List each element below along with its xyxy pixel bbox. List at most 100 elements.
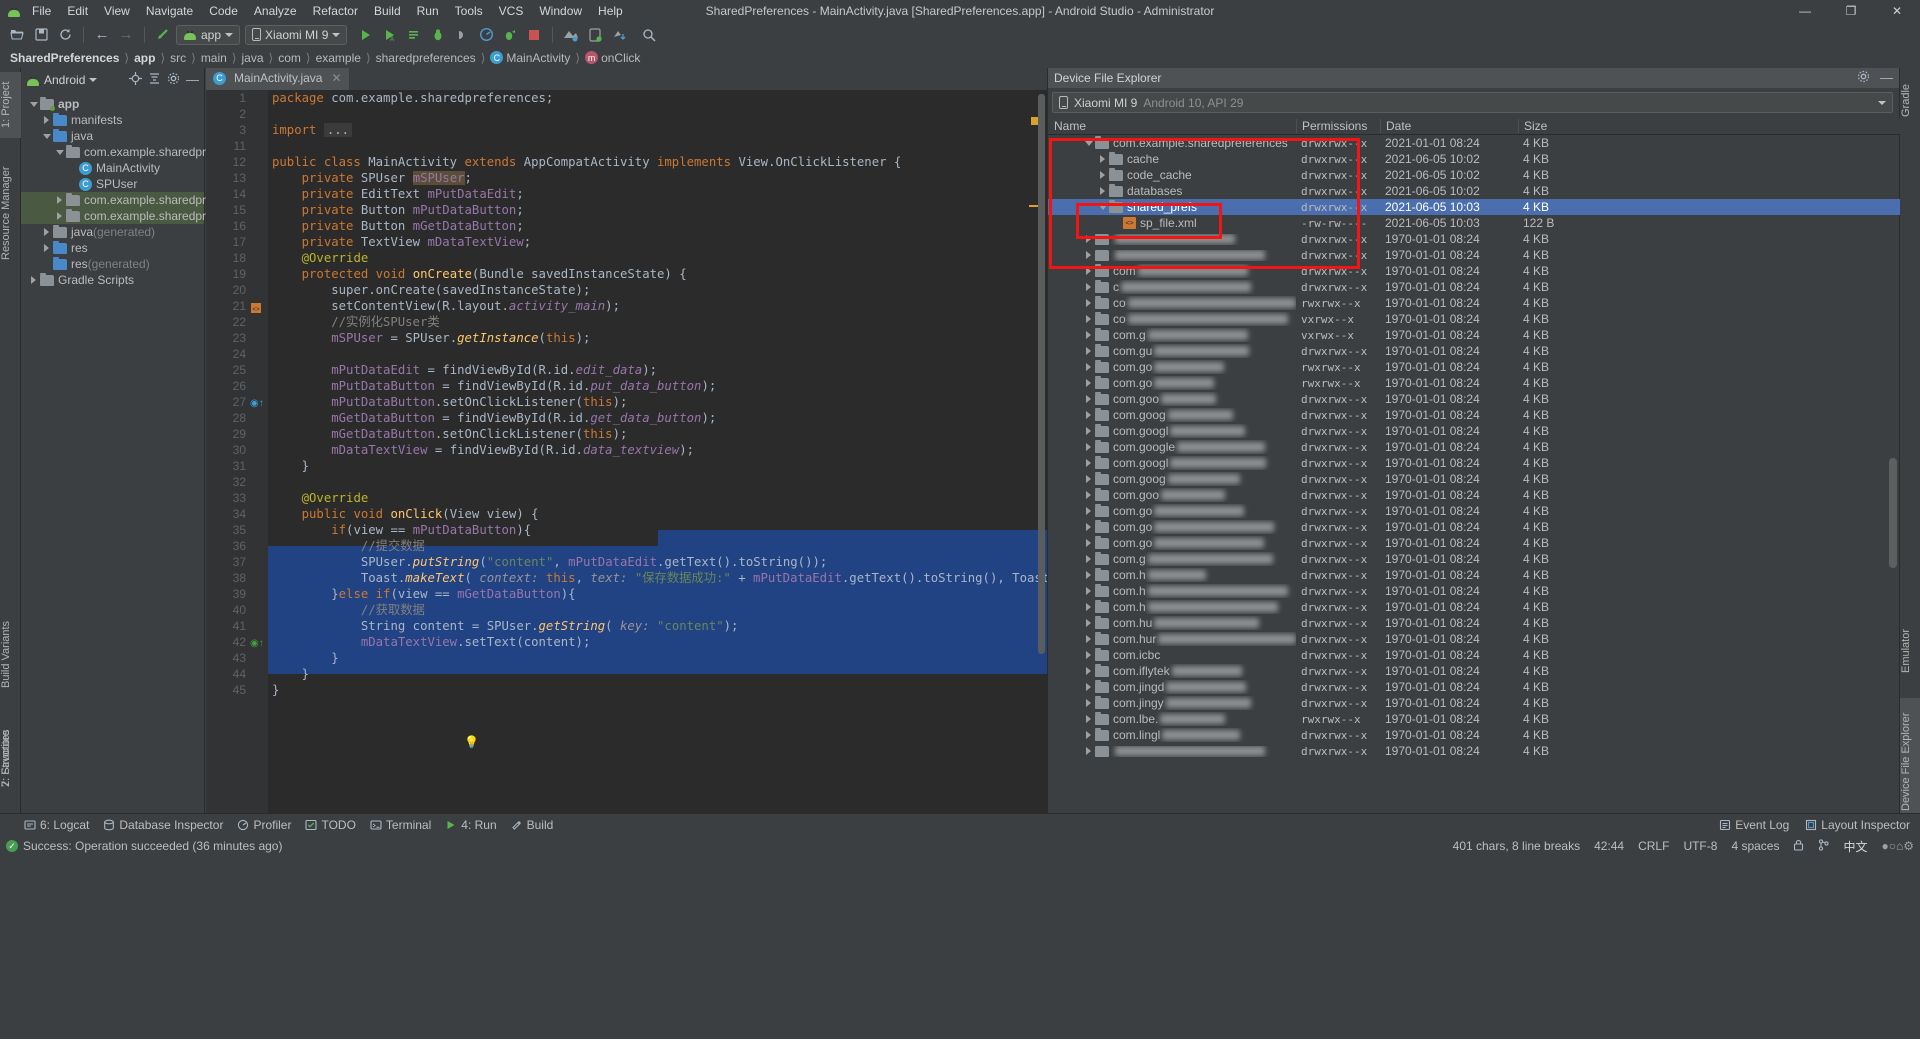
tree-collapse-icon[interactable] [1082,603,1095,611]
tree-collapse-icon[interactable] [1082,443,1095,451]
sync-gradle-icon[interactable] [152,24,174,46]
editor-scrollbar-thumb[interactable] [1038,94,1045,654]
tree-expand-icon[interactable] [1096,204,1109,210]
menu-refactor[interactable]: Refactor [305,0,366,22]
project-tree-item[interactable]: com.example.sharedpref [21,208,216,224]
menu-analyze[interactable]: Analyze [246,0,305,22]
project-tree-item[interactable]: C MainActivity [21,160,204,176]
file-encoding[interactable]: UTF-8 [1683,839,1717,853]
run-with-coverage-icon[interactable]: A [379,24,401,46]
file-row[interactable]: com.h drwxrwx--x 1970-01-01 08:24 4 KB [1048,567,1900,583]
profiler-icon[interactable] [475,24,497,46]
tree-collapse-icon[interactable] [1082,459,1095,467]
search-everywhere-icon[interactable] [638,24,660,46]
intention-bulb-icon[interactable]: 💡 [464,735,479,749]
tree-collapse-icon[interactable] [40,116,53,124]
tree-expand-icon[interactable] [27,101,40,107]
breadcrumb-item-8[interactable]: MainActivity [506,51,570,65]
tree-collapse-icon[interactable] [1082,667,1095,675]
back-arrow-icon[interactable]: ← [91,24,113,46]
run-icon[interactable] [355,24,377,46]
file-row[interactable]: code_cache drwxrwx--x 2021-06-05 10:02 4 KB [1048,167,1900,183]
file-row[interactable]: com drwxrwx--x 1970-01-01 08:24 4 KB [1048,263,1900,279]
project-tree-item[interactable]: C SPUser [21,176,204,192]
tree-collapse-icon[interactable] [1082,283,1095,291]
breadcrumb-item-4[interactable]: java [242,51,264,65]
project-tree-item[interactable]: manifests [21,112,204,128]
file-row[interactable]: drwxrwx--x 1970-01-01 08:24 4 KB [1048,247,1900,263]
tree-collapse-icon[interactable] [1082,731,1095,739]
bottom-item-logcat[interactable]: 6: Logcat [24,818,89,832]
file-row[interactable]: com.h drwxrwx--x 1970-01-01 08:24 4 KB [1048,599,1900,615]
bottom-item-todo[interactable]: TODO [305,818,356,832]
tree-collapse-icon[interactable] [1096,187,1109,195]
project-tree-item[interactable]: java (generated) [21,224,204,240]
minimize-icon-dfe[interactable]: — [1880,71,1893,84]
file-row[interactable]: shared_prefs drwxrwx--x 2021-06-05 10:03 4 … [1048,199,1900,215]
maximize-button[interactable]: ❐ [1828,0,1874,22]
tree-collapse-icon[interactable] [1082,619,1095,627]
file-row[interactable]: com.g vxrwx--x 1970-01-01 08:24 4 KB [1048,327,1900,343]
tree-expand-icon[interactable] [40,133,53,139]
tree-collapse-icon[interactable] [1082,555,1095,563]
file-row[interactable]: com.goo drwxrwx--x 1970-01-01 08:24 4 KB [1048,391,1900,407]
caret-position[interactable]: 42:44 [1594,839,1624,853]
file-row[interactable]: com.example.sharedpreferences drwxrwx--x 2… [1048,135,1900,151]
tree-collapse-icon[interactable] [40,244,53,252]
tree-collapse-icon[interactable] [1082,747,1095,755]
file-row[interactable]: com.goo drwxrwx--x 1970-01-01 08:24 4 KB [1048,487,1900,503]
breadcrumb-item-6[interactable]: example [316,51,361,65]
rail-gradle[interactable]: Gradle [1900,72,1920,128]
menu-code[interactable]: Code [201,0,246,22]
project-tree-item[interactable]: java [21,128,204,144]
file-row[interactable]: com.h drwxrwx--x 1970-01-01 08:24 4 KB [1048,583,1900,599]
file-row[interactable]: sp_file.xml -rw-rw---- 2021-06-05 10:03 122… [1048,215,1900,231]
file-row[interactable]: com.goog drwxrwx--x 1970-01-01 08:24 4 KB [1048,407,1900,423]
tree-collapse-icon[interactable] [1082,251,1095,259]
file-row[interactable]: com.go rwxrwx--x 1970-01-01 08:24 4 KB [1048,375,1900,391]
bottom-item-terminal[interactable]: Terminal [370,818,431,832]
file-row[interactable]: com.google drwxrwx--x 1970-01-01 08:24 4 KB [1048,439,1900,455]
tree-collapse-icon[interactable] [27,276,40,284]
tree-collapse-icon[interactable] [1082,363,1095,371]
tree-collapse-icon[interactable] [1082,299,1095,307]
file-row[interactable]: com.go drwxrwx--x 1970-01-01 08:24 4 KB [1048,535,1900,551]
debug-icon[interactable] [427,24,449,46]
collapse-all-icon[interactable] [148,72,161,88]
bottom-item-database-inspector[interactable]: Database Inspector [103,818,223,832]
dfe-scrollbar[interactable] [1889,138,1898,813]
tree-collapse-icon[interactable] [1082,411,1095,419]
menu-edit[interactable]: Edit [59,0,96,22]
column-header-size[interactable]: Size [1518,119,1578,133]
avd-manager-icon[interactable] [584,24,606,46]
tree-collapse-icon[interactable] [53,196,66,204]
tree-collapse-icon[interactable] [1082,395,1095,403]
tree-collapse-icon[interactable] [1082,235,1095,243]
menu-navigate[interactable]: Navigate [138,0,201,22]
override-marker-icon-onclick[interactable]: ◉↑ [250,638,264,649]
tree-collapse-icon[interactable] [1082,699,1095,707]
tree-collapse-icon[interactable] [1082,347,1095,355]
file-row[interactable]: com.gu drwxrwx--x 1970-01-01 08:24 4 KB [1048,343,1900,359]
close-icon[interactable]: ✕ [331,71,341,85]
indent-setting[interactable]: 4 spaces [1731,839,1779,853]
file-row[interactable]: com.goog drwxrwx--x 1970-01-01 08:24 4 KB [1048,471,1900,487]
tree-collapse-icon[interactable] [1082,267,1095,275]
menu-window[interactable]: Window [531,0,590,22]
file-row[interactable]: databases drwxrwx--x 2021-06-05 10:02 4 KB [1048,183,1900,199]
tree-collapse-icon[interactable] [1082,683,1095,691]
file-row[interactable]: com.go drwxrwx--x 1970-01-01 08:24 4 KB [1048,519,1900,535]
tree-collapse-icon[interactable] [1082,331,1095,339]
branch-icon[interactable] [1818,838,1830,854]
file-row[interactable]: co vxrwx--x 1970-01-01 08:24 4 KB [1048,311,1900,327]
column-header-name[interactable]: Name [1048,119,1296,133]
file-row[interactable]: com.go drwxrwx--x 1970-01-01 08:24 4 KB [1048,503,1900,519]
breadcrumb-item-3[interactable]: main [201,51,227,65]
stop-icon[interactable] [523,24,545,46]
tree-collapse-icon[interactable] [1082,523,1095,531]
file-row[interactable]: com.googl drwxrwx--x 1970-01-01 08:24 4 KB [1048,423,1900,439]
sdk-update-icon[interactable] [608,24,630,46]
project-tree-item[interactable]: app [21,96,204,112]
rail-favorites[interactable]: 2: Favorites [0,714,21,802]
file-row[interactable]: com.jingd drwxrwx--x 1970-01-01 08:24 4 KB [1048,679,1900,695]
